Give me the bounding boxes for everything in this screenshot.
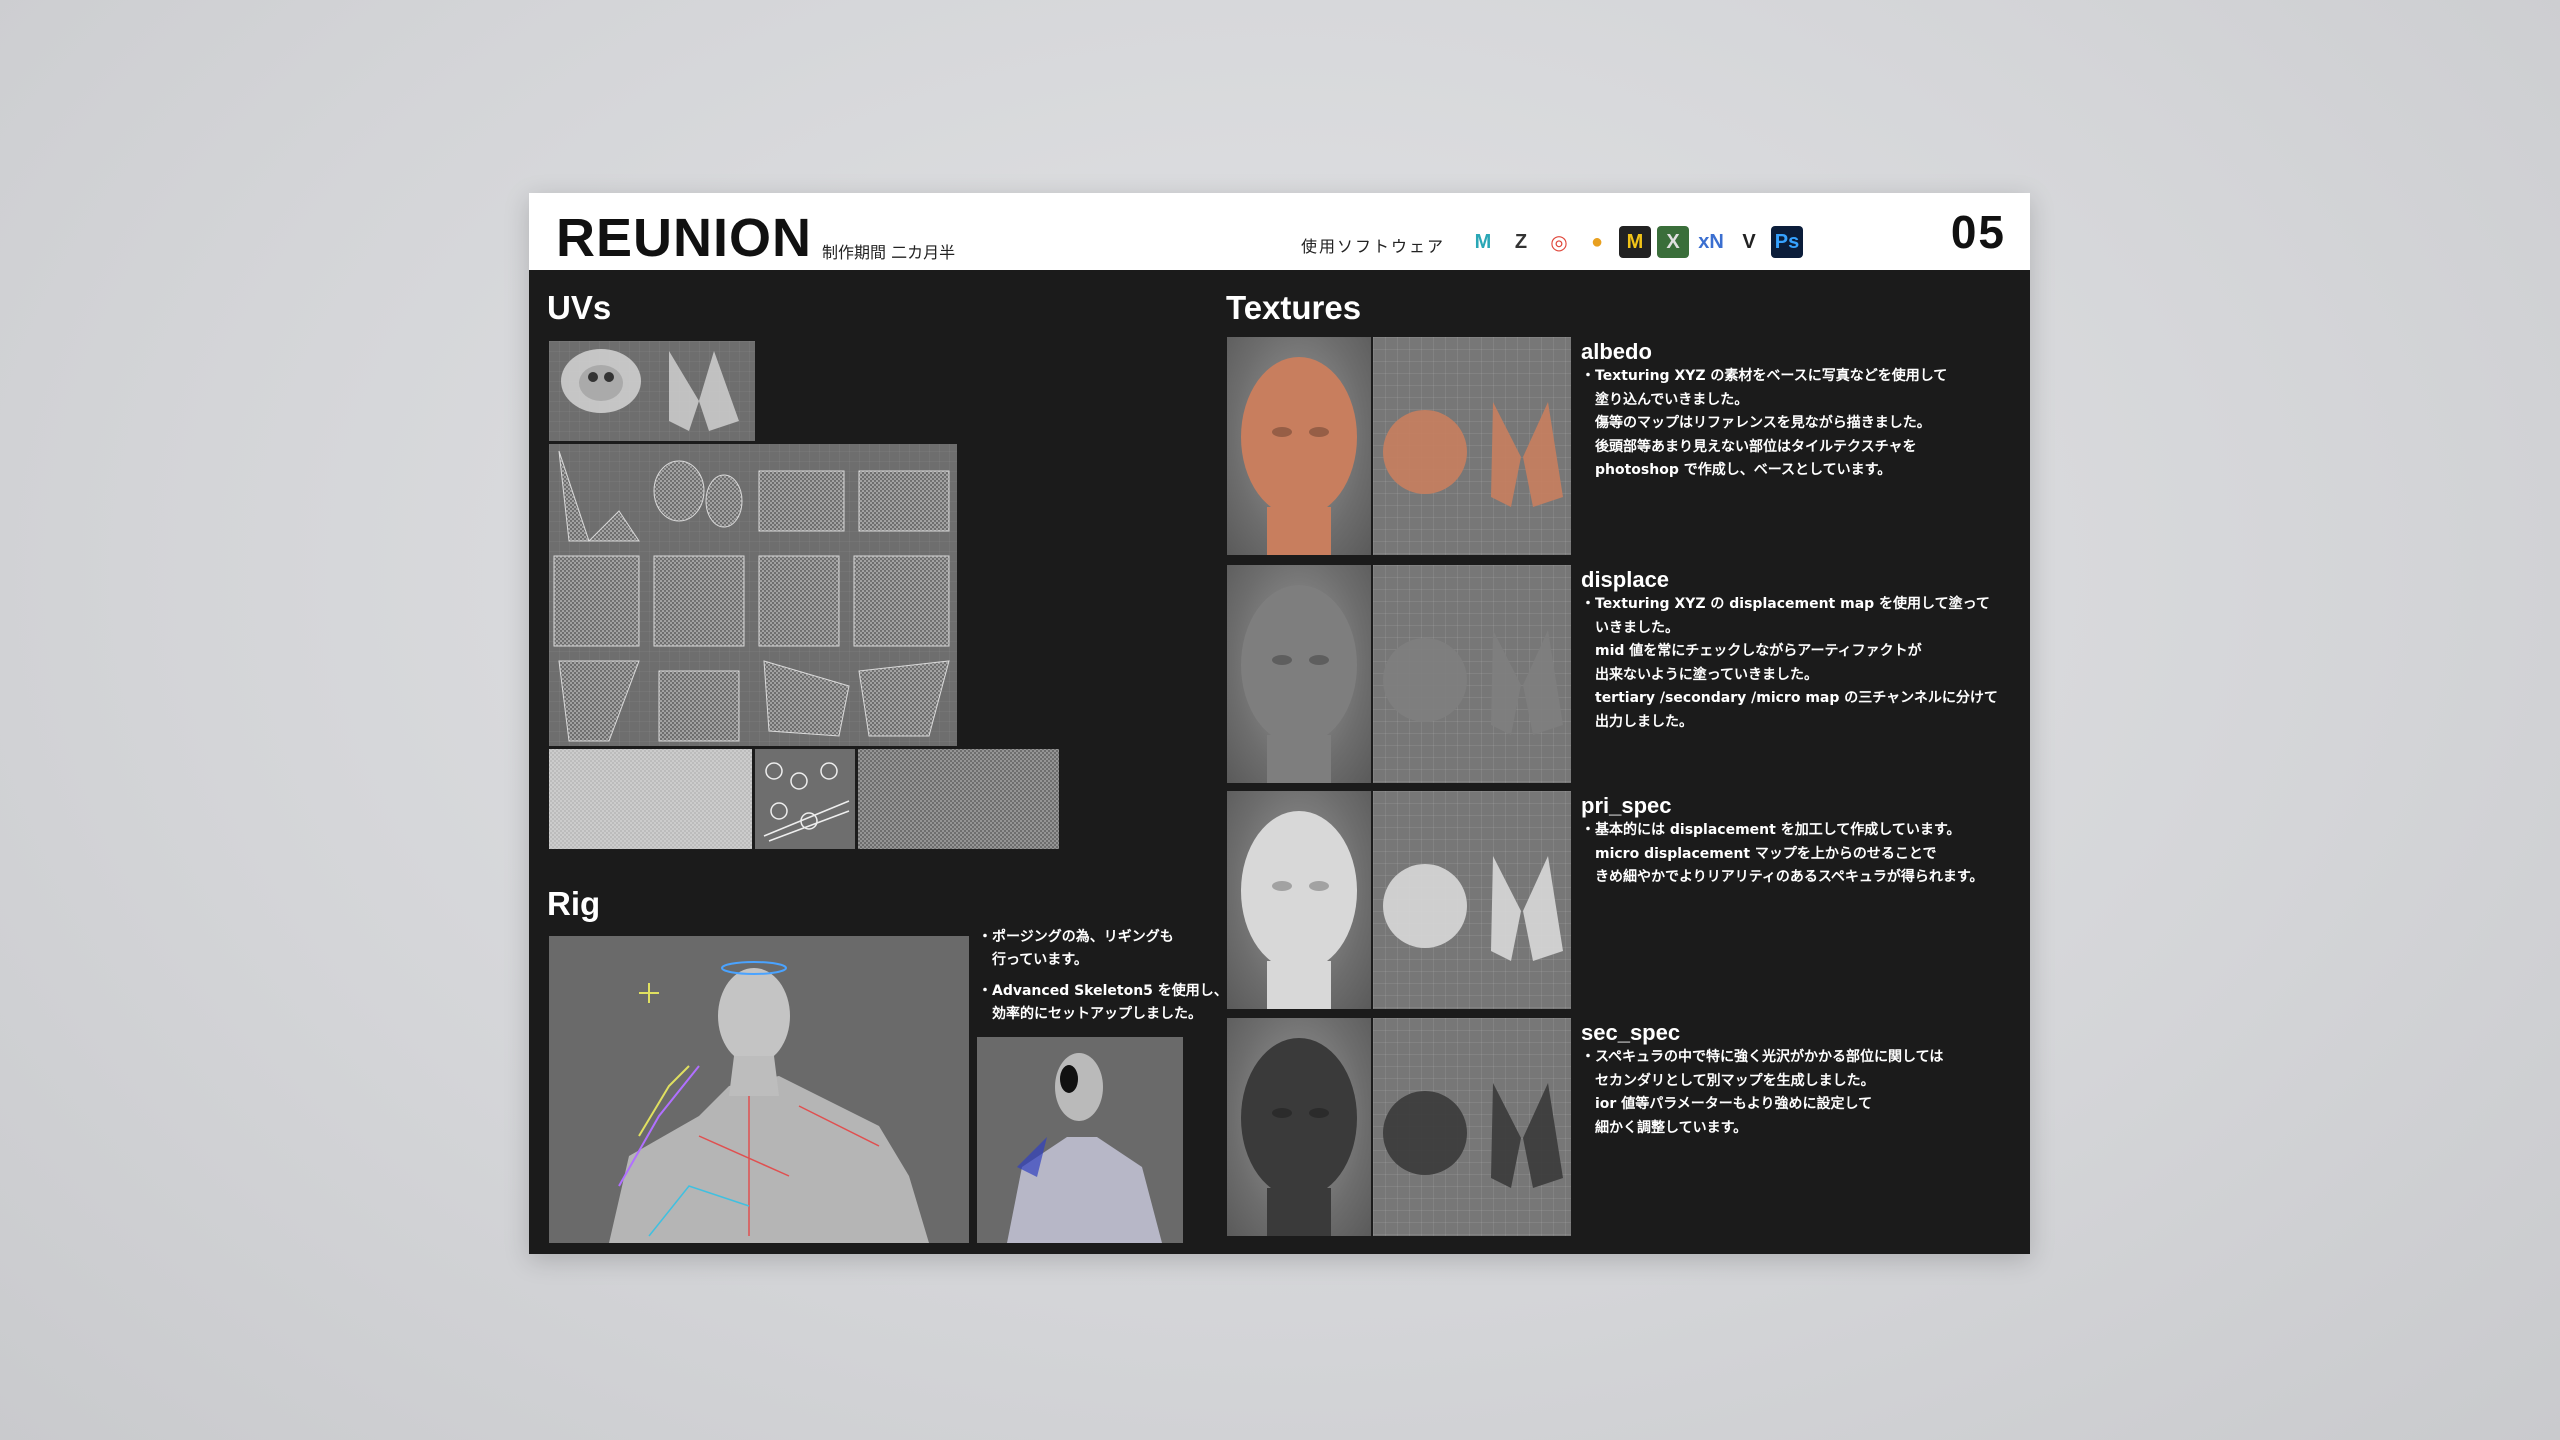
xyz-icon: X [1657, 226, 1689, 258]
uvs-title: UVs [547, 289, 612, 326]
substance-icon: ● [1581, 226, 1613, 258]
maya-icon: M [1467, 226, 1499, 258]
texture-render-displace [1227, 565, 1371, 783]
project-title: REUNION [556, 208, 813, 268]
texture-uv-map-albedo [1373, 337, 1571, 555]
texture-uv-map-sec-spec [1373, 1018, 1571, 1236]
texture-render-sec-spec [1227, 1018, 1371, 1236]
texture-name-displace: displace [1581, 567, 1670, 592]
texture-description-albedo: ・Texturing XYZ の素材をベースに写真などを使用して 塗り込んでいき… [1581, 368, 1948, 478]
rig-note-advanced-skeleton: ・Advanced Skeleton5 を使用し、 効率的にセットアップしました… [978, 983, 1228, 1022]
texture-uv-map-displace [1373, 565, 1571, 783]
texture-description-sec-spec: ・スペキュラの中で特に強く光沢がかかる部位に関しては セカンダリとして別マップを… [1581, 1049, 1944, 1136]
texture-uv-map-pri-spec [1373, 791, 1571, 1009]
texture-render-albedo [1227, 337, 1371, 555]
rig-viewport-image [549, 936, 969, 1243]
zbrush-icon: Z [1505, 226, 1537, 258]
houdini-icon: ◎ [1543, 226, 1575, 258]
vray-icon: V [1733, 226, 1765, 258]
page-number: 05 [1950, 206, 2006, 258]
texture-description-pri-spec: ・基本的には displacement を加工して作成しています。 micro … [1581, 822, 1984, 885]
texture-render-pri-spec [1227, 791, 1371, 1009]
texture-name-albedo: albedo [1581, 339, 1652, 364]
texture-name-pri-spec: pri_spec [1581, 793, 1672, 818]
software-icons: M Z ◎ ● M XxN V Ps [1467, 224, 1803, 260]
photoshop-icon: Ps [1771, 226, 1803, 258]
rig-title: Rig [547, 885, 601, 922]
rig-posed-image [977, 1037, 1183, 1243]
marvelous-icon: M [1619, 226, 1651, 258]
textures-title: Textures [1226, 289, 1362, 326]
production-period: 制作期間 二カ月半 [822, 243, 956, 262]
texture-name-sec-spec: sec_spec [1581, 1020, 1681, 1045]
portfolio-page: REUNION 制作期間 二カ月半 使用ソフトウェア M Z ◎ ● M XxN V Ps 0… [529, 193, 2030, 1254]
texture-description-displace: ・Texturing XYZ の displacement map を使用して塗… [1581, 596, 1998, 730]
software-label: 使用ソフトウェア [1301, 237, 1446, 256]
uv-layout-image [549, 341, 1059, 849]
rig-note-posing: ・ポージングの為、リギングも 行っています。 [978, 929, 1174, 968]
xnormal-icon: xN [1695, 226, 1727, 258]
page-header: REUNION 制作期間 二カ月半 使用ソフトウェア M Z ◎ ● M XxN V Ps 0… [529, 193, 2030, 270]
